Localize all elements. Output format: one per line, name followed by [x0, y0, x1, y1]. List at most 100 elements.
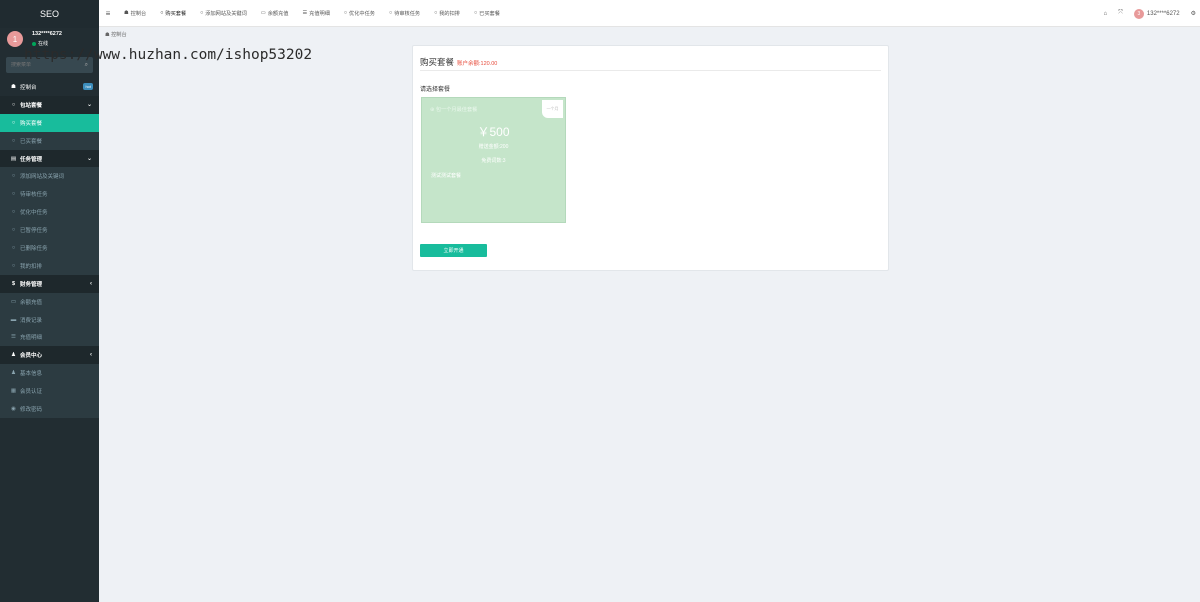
- sidebar-item-label: 充值明细: [20, 335, 43, 342]
- sidebar-item-label: 会员中心: [20, 353, 43, 360]
- package-bonus: 赠送金额:200: [478, 144, 509, 150]
- sidebar-item-5[interactable]: ○ 添加网站及关键词: [0, 167, 99, 186]
- home-icon[interactable]: ⌂: [1103, 11, 1107, 17]
- watermark-text: https://www.huzhan.com/ishop53202: [24, 47, 313, 63]
- tab-label: 余额充值: [267, 10, 289, 17]
- tab-5[interactable]: ○ 优化中任务: [337, 0, 382, 27]
- sidebar-item-18[interactable]: ◉ 修改密码: [0, 400, 99, 418]
- sidebar-item-0[interactable]: ☗ 控制台 hot: [0, 78, 99, 96]
- sidebar: SEO 1 132****6272 在线 ⌕ ☗控制台hot○包站套餐⌄○购买套…: [0, 0, 99, 602]
- navbar-username: 132****6272: [1146, 10, 1180, 17]
- circle-icon: ○: [388, 10, 393, 16]
- sidebar-item-label: 已买套餐: [20, 138, 43, 145]
- sidebar-item-label: 已删除任务: [20, 245, 48, 252]
- hot-badge: hot: [83, 83, 93, 91]
- circle-icon: ○: [473, 10, 478, 16]
- sidebar-item-9[interactable]: ○ 已删除任务: [0, 239, 99, 257]
- sidebar-item-12[interactable]: ▭ 余额充值: [0, 292, 99, 311]
- sidebar-item-15[interactable]: ♟ 会员中心 ‹: [0, 346, 99, 365]
- circle-icon: ○: [434, 10, 438, 16]
- table-icon: ☰: [11, 334, 16, 341]
- package-duration-tag: 一个月: [542, 100, 563, 118]
- sidebar-item-1[interactable]: ○ 包站套餐 ⌄: [0, 95, 99, 114]
- app-logo[interactable]: SEO: [0, 0, 99, 28]
- circle-icon: ○: [11, 173, 16, 180]
- dashboard-icon: ☗: [124, 10, 129, 16]
- circle-icon: ○: [11, 209, 16, 216]
- sidebar-item-label: 待审核任务: [20, 192, 48, 199]
- tab-1[interactable]: ○ 购买套餐: [153, 0, 193, 27]
- sidebar-item-14[interactable]: ☰ 充值明细: [0, 328, 99, 347]
- sidebar-item-8[interactable]: ○ 已暂停任务: [0, 221, 99, 240]
- dashboard-icon: ☗: [105, 32, 110, 38]
- sidebar-item-4[interactable]: ▤ 任务管理 ⌄: [0, 149, 99, 168]
- tab-3[interactable]: ▭ 余额充值: [254, 0, 296, 27]
- sidebar-item-label: 任务管理: [20, 156, 43, 163]
- sidebar-item-6[interactable]: ○ 待审核任务: [0, 185, 99, 204]
- user-name: 132****6272: [32, 31, 62, 37]
- package-price: ￥500: [477, 125, 510, 139]
- sidebar-item-13[interactable]: ▬ 消费记录: [0, 310, 99, 329]
- card-icon: ▬: [10, 316, 17, 323]
- sidebar-item-2[interactable]: ○ 购买套餐: [0, 113, 99, 132]
- sidebar-item-label: 基本信息: [20, 371, 43, 378]
- package-card[interactable]: ⊕ 包一个月最佳套餐 一个月 ￥500 赠送金额:200 免费词数:3 测试测试…: [421, 97, 566, 223]
- sidebar-item-label: 控制台: [20, 84, 37, 91]
- sidebar-item-label: 添加网站及关键词: [20, 174, 65, 181]
- package-name-text: 包一个月最佳套餐: [435, 107, 478, 113]
- money-icon: ▭: [10, 298, 17, 305]
- settings-icon[interactable]: ⚙: [1191, 10, 1196, 17]
- tab-label: 待审核任务: [394, 10, 421, 17]
- lock-icon: ◉: [11, 405, 16, 412]
- circle-icon: ○: [200, 10, 204, 16]
- page-title: 购买套餐: [420, 57, 455, 67]
- chevron-left-icon: ‹: [90, 280, 92, 287]
- dollar-icon: $: [11, 280, 16, 287]
- buy-package-panel: 购买套餐 账户余额:120.00 请选择套餐 ⊕ 包一个月最佳套餐 一个月 ￥5…: [412, 45, 889, 271]
- tab-8[interactable]: ○ 已买套餐: [467, 0, 507, 27]
- package-name: ⊕ 包一个月最佳套餐: [430, 106, 477, 113]
- user-menu[interactable]: 3 132****6272: [1133, 8, 1180, 19]
- tab-2[interactable]: ○ 添加网站及关键词: [193, 0, 254, 27]
- breadcrumb-item[interactable]: 控制台: [111, 32, 127, 38]
- package-free-words: 免费词数:3: [481, 158, 506, 164]
- sidebar-item-label: 我的扣排: [20, 263, 43, 270]
- circle-icon: ○: [11, 101, 16, 108]
- tab-label: 控制台: [130, 10, 147, 17]
- circle-icon: ○: [11, 244, 16, 251]
- sidebar-item-17[interactable]: ▦ 会员认证: [0, 382, 99, 401]
- user-status: 在线: [32, 40, 99, 47]
- online-dot-icon: [32, 41, 36, 46]
- tab-7[interactable]: ○ 我的扣排: [427, 0, 467, 27]
- tab-0[interactable]: ☗ 控制台: [117, 0, 153, 27]
- tab-4[interactable]: ☰ 充值明细: [295, 0, 336, 27]
- sidebar-item-16[interactable]: ♟ 基本信息: [0, 364, 99, 383]
- sidebar-item-7[interactable]: ○ 优化中任务: [0, 203, 99, 222]
- sidebar-menu: ☗ 控制台 hot ○ 包站套餐 ⌄ ○ 购买套餐 ○ 已买套餐 ▤ 任务管理 ⌄ ○ 添加网站及关键词 ○ 待…: [0, 78, 99, 418]
- buy-now-button[interactable]: 立即开通: [420, 244, 487, 257]
- fullscreen-icon[interactable]: ⤧: [1118, 10, 1123, 17]
- nav-tabs: ☗ 控制台 ○ 购买套餐 ○ 添加网站及关键词 ▭ 余额充值 ☰ 充值明细 ○ 优化中任务 ○ 待审核任务…: [117, 0, 507, 27]
- circle-icon: ○: [11, 191, 16, 198]
- navbar-right: ⌂ ⤧ 3 132****6272 ⚙: [1103, 0, 1196, 27]
- avatar: 1: [7, 31, 23, 47]
- tab-label: 已买套餐: [479, 10, 500, 17]
- chevron-down-icon: ⌄: [86, 156, 92, 162]
- tab-6[interactable]: ○ 待审核任务: [382, 0, 427, 27]
- sidebar-item-10[interactable]: ○ 我的扣排: [0, 256, 99, 275]
- sidebar-item-label: 包站套餐: [20, 102, 43, 109]
- sidebar-item-label: 已暂停任务: [20, 228, 48, 235]
- user-icon: ♟: [11, 370, 16, 377]
- menu-toggle-icon[interactable]: ≡: [99, 9, 117, 18]
- account-balance: 账户余额:120.00: [457, 61, 498, 67]
- sidebar-item-11[interactable]: $ 财务管理 ‹: [0, 274, 99, 293]
- sidebar-item-3[interactable]: ○ 已买套餐: [0, 131, 99, 150]
- sidebar-item-label: 财务管理: [20, 281, 43, 288]
- sidebar-item-label: 消费记录: [20, 317, 43, 324]
- tab-label: 添加网站及关键词: [205, 10, 247, 17]
- sidebar-item-label: 购买套餐: [20, 120, 43, 127]
- table-icon: ☰: [302, 10, 308, 16]
- sidebar-item-label: 会员认证: [20, 389, 43, 396]
- choose-package-label: 请选择套餐: [420, 87, 451, 93]
- circle-icon: ○: [343, 10, 348, 16]
